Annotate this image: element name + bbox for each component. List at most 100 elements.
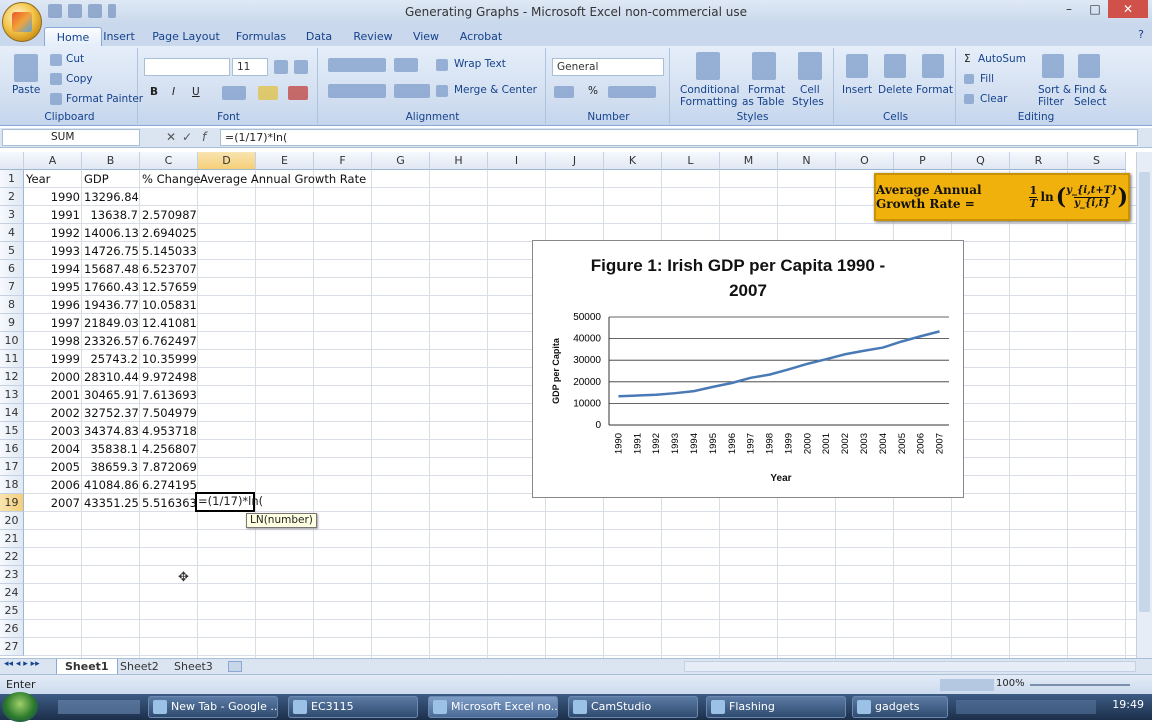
tab-page-layout[interactable]: Page Layout (152, 27, 220, 46)
wrap-text-button[interactable]: Wrap Text (454, 58, 506, 70)
cell-gdp[interactable]: 25743.2 (84, 350, 140, 368)
column-header[interactable]: P (894, 152, 952, 170)
tab-view[interactable]: View (410, 27, 442, 46)
percent-button[interactable]: % (588, 85, 598, 97)
row-header[interactable]: 19 (0, 494, 24, 512)
column-header[interactable]: E (256, 152, 314, 170)
name-box[interactable]: SUM (2, 129, 140, 146)
taskbar-item-excel[interactable]: Microsoft Excel no... (428, 696, 558, 718)
underline-button[interactable]: U (192, 86, 200, 98)
cell-gdp[interactable]: 30465.91 (84, 386, 140, 404)
insert-cells-button[interactable]: Insert (842, 84, 872, 96)
cell-year[interactable]: 1994 (26, 260, 82, 278)
cell-gdp[interactable]: 32752.37 (84, 404, 140, 422)
taskbar-item-gadgets[interactable]: gadgets (852, 696, 948, 718)
column-header[interactable]: K (604, 152, 662, 170)
column-header[interactable]: M (720, 152, 778, 170)
column-header[interactable]: R (1010, 152, 1068, 170)
grow-font-icon[interactable] (274, 60, 288, 74)
cell-gdp[interactable]: 21849.03 (84, 314, 140, 332)
row-header[interactable]: 5 (0, 242, 24, 260)
tab-acrobat[interactable]: Acrobat (456, 27, 506, 46)
cell-year[interactable]: 2003 (26, 422, 82, 440)
column-header[interactable]: N (778, 152, 836, 170)
cell-year[interactable]: 1995 (26, 278, 82, 296)
tab-insert[interactable]: Insert (100, 27, 138, 46)
decimal-icons[interactable] (608, 86, 656, 98)
cell-pct-change[interactable] (142, 188, 198, 206)
horizontal-scrollbar[interactable] (684, 661, 1136, 672)
formula-input[interactable]: =(1/17)*ln( (220, 129, 1138, 146)
row-header[interactable]: 7 (0, 278, 24, 296)
format-painter-button[interactable]: Format Painter (66, 93, 143, 105)
cell-gdp[interactable]: 43351.25 (84, 494, 140, 512)
system-tray-icons[interactable] (956, 700, 1096, 714)
row-header[interactable]: 15 (0, 422, 24, 440)
font-size-combo[interactable]: 11 (232, 58, 268, 76)
cancel-icon[interactable]: ✕ (166, 130, 176, 144)
clear-button[interactable]: Clear (980, 93, 1007, 105)
paste-icon[interactable] (14, 54, 38, 82)
sort-filter-button-line2[interactable]: Filter (1038, 96, 1064, 108)
maximize-button[interactable]: □ (1082, 0, 1108, 18)
cell-year[interactable]: 2007 (26, 494, 82, 512)
function-tooltip[interactable]: LN(number) (246, 513, 317, 528)
tab-home[interactable]: Home (44, 27, 102, 46)
vertical-align-icons[interactable] (328, 58, 386, 72)
borders-icon[interactable] (222, 86, 246, 100)
cell-gdp[interactable]: 23326.57 (84, 332, 140, 350)
cell-pct-change[interactable]: 4.953718 (142, 422, 198, 440)
cell-gdp[interactable]: 35838.1 (84, 440, 140, 458)
sheet-nav-icons[interactable]: ◂◂ ◂ ▸ ▸▸ (4, 659, 40, 669)
cell-pct-change[interactable]: 9.972498 (142, 368, 198, 386)
orientation-icon[interactable] (394, 58, 418, 72)
taskbar-item-camstudio[interactable]: CamStudio (568, 696, 698, 718)
cell-year[interactable]: 2000 (26, 368, 82, 386)
paste-button[interactable]: Paste (12, 84, 40, 96)
cell-year[interactable]: 1996 (26, 296, 82, 314)
copy-button[interactable]: Copy (66, 73, 93, 85)
row-header[interactable]: 11 (0, 350, 24, 368)
cell-year[interactable]: 2005 (26, 458, 82, 476)
cell-gdp[interactable]: 28310.44 (84, 368, 140, 386)
zoom-level[interactable]: 100% (996, 678, 1025, 689)
row-header[interactable]: 27 (0, 638, 24, 656)
cell-pct-change[interactable]: 6.762497 (142, 332, 198, 350)
start-button[interactable] (2, 692, 38, 722)
cell-pct-change[interactable]: 10.35999 (142, 350, 198, 368)
select-all-corner[interactable] (0, 152, 24, 170)
insert-sheet-icon[interactable] (228, 661, 242, 672)
row-header[interactable]: 13 (0, 386, 24, 404)
cell-pct-change[interactable]: 12.57659 (142, 278, 198, 296)
vertical-scrollbar[interactable] (1136, 152, 1152, 658)
enter-icon[interactable]: ✓ (182, 130, 192, 144)
format-as-table-button[interactable]: Format (748, 84, 785, 96)
cell-gdp[interactable]: 41084.86 (84, 476, 140, 494)
cell-pct-change[interactable]: 6.274195 (142, 476, 198, 494)
row-header[interactable]: 2 (0, 188, 24, 206)
tab-data[interactable]: Data (302, 27, 336, 46)
column-header[interactable]: G (372, 152, 430, 170)
taskbar-item-flashing[interactable]: Flashing (706, 696, 846, 718)
autosum-button[interactable]: AutoSum (978, 53, 1026, 65)
cell-year[interactable]: 1992 (26, 224, 82, 242)
column-header[interactable]: F (314, 152, 372, 170)
cell-gdp[interactable]: 14726.75 (84, 242, 140, 260)
cell-pct-change[interactable]: 5.145033 (142, 242, 198, 260)
font-color-icon[interactable] (288, 86, 308, 100)
sheet-tab-2[interactable]: Sheet2 (112, 659, 167, 675)
row-header[interactable]: 1 (0, 170, 24, 188)
taskbar-item-ec3115[interactable]: EC3115 (288, 696, 418, 718)
find-select-button-line2[interactable]: Select (1074, 96, 1106, 108)
zoom-slider[interactable] (1030, 684, 1130, 686)
help-icon[interactable]: ? (1138, 28, 1144, 41)
cell-pct-change[interactable]: 6.523707 (142, 260, 198, 278)
sheet-tab-3[interactable]: Sheet3 (166, 659, 221, 675)
cell-styles-button[interactable]: Cell (800, 84, 820, 96)
row-header[interactable]: 12 (0, 368, 24, 386)
row-header[interactable]: 14 (0, 404, 24, 422)
horizontal-align-icons[interactable] (328, 84, 386, 98)
cell-gdp[interactable]: 34374.83 (84, 422, 140, 440)
merge-center-button[interactable]: Merge & Center (454, 84, 537, 96)
cell-year[interactable]: 1998 (26, 332, 82, 350)
